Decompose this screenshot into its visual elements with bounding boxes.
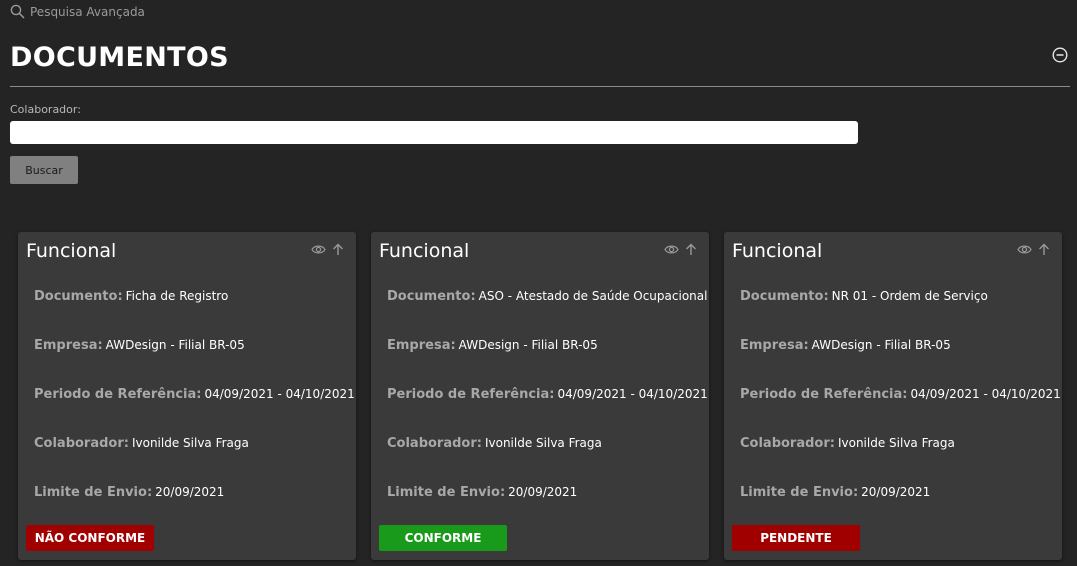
field-label: Colaborador: — [740, 436, 835, 451]
page-title: DOCUMENTOS — [10, 42, 229, 73]
card-field-empresa: Empresa: AWDesign - Filial BR-05 — [740, 338, 951, 353]
card-title: Funcional — [26, 240, 117, 262]
card-title: Funcional — [732, 240, 823, 262]
field-label: Documento: — [740, 289, 829, 304]
card-actions — [664, 243, 697, 256]
field-value: AWDesign - Filial BR-05 — [811, 338, 951, 352]
title-divider — [10, 86, 1070, 87]
field-value: 20/09/2021 — [508, 485, 578, 499]
advanced-search-link[interactable]: Pesquisa Avançada — [10, 4, 145, 19]
field-value: 04/09/2021 - 04/10/2021 — [557, 387, 708, 401]
card-field-limite: Limite de Envio: 20/09/2021 — [740, 485, 930, 500]
field-value: Ivonilde Silva Fraga — [484, 436, 602, 450]
card-field-empresa: Empresa: AWDesign - Filial BR-05 — [34, 338, 245, 353]
field-label: Documento: — [34, 289, 123, 304]
card-field-documento: Documento: ASO - Atestado de Saúde Ocupac… — [387, 289, 707, 304]
card-title: Funcional — [379, 240, 470, 262]
card-field-colaborador: Colaborador: Ivonilde Silva Fraga — [387, 436, 602, 451]
field-label: Empresa: — [34, 338, 103, 353]
field-value: AWDesign - Filial BR-05 — [105, 338, 245, 352]
card-field-colaborador: Colaborador: Ivonilde Silva Fraga — [34, 436, 249, 451]
card-actions — [311, 243, 344, 256]
field-value: 04/09/2021 - 04/10/2021 — [204, 387, 355, 401]
card-field-empresa: Empresa: AWDesign - Filial BR-05 — [387, 338, 598, 353]
arrow-up-icon[interactable] — [332, 243, 344, 256]
field-label: Limite de Envio: — [387, 485, 506, 500]
status-badge: PENDENTE — [732, 525, 860, 551]
search-icon — [10, 4, 25, 19]
card-field-periodo: Periodo de Referência: 04/09/2021 - 04/10… — [387, 387, 708, 402]
card-actions — [1017, 243, 1050, 256]
field-value: NR 01 - Ordem de Serviço — [831, 289, 988, 303]
field-label: Colaborador: — [387, 436, 482, 451]
arrow-up-icon[interactable] — [1038, 243, 1050, 256]
field-label: Periodo de Referência: — [34, 387, 202, 402]
field-value: Ficha de Registro — [125, 289, 229, 303]
card-field-documento: Documento: NR 01 - Ordem de Serviço — [740, 289, 988, 304]
minus-circle-icon[interactable] — [1052, 47, 1068, 63]
status-badge: NÃO CONFORME — [26, 525, 154, 551]
field-label: Periodo de Referência: — [740, 387, 908, 402]
advanced-search-label: Pesquisa Avançada — [30, 4, 145, 19]
colaborador-input[interactable] — [10, 121, 858, 144]
field-value: Ivonilde Silva Fraga — [837, 436, 955, 450]
eye-icon[interactable] — [1017, 244, 1032, 255]
field-value: ASO - Atestado de Saúde Ocupacional — [478, 289, 708, 303]
field-value: AWDesign - Filial BR-05 — [458, 338, 598, 352]
field-label: Documento: — [387, 289, 476, 304]
card-field-colaborador: Colaborador: Ivonilde Silva Fraga — [740, 436, 955, 451]
field-label: Limite de Envio: — [740, 485, 859, 500]
eye-icon[interactable] — [664, 244, 679, 255]
document-card: Funcional Documento: NR 01 - Ordem de Serv… — [724, 232, 1062, 560]
arrow-up-icon[interactable] — [685, 243, 697, 256]
document-card: Funcional Documento: ASO - Atestado de Saú… — [371, 232, 709, 560]
field-label: Periodo de Referência: — [387, 387, 555, 402]
colaborador-label: Colaborador: — [10, 103, 81, 116]
card-field-limite: Limite de Envio: 20/09/2021 — [387, 485, 577, 500]
field-label: Empresa: — [387, 338, 456, 353]
status-badge: CONFORME — [379, 525, 507, 551]
field-value: 04/09/2021 - 04/10/2021 — [910, 387, 1061, 401]
field-label: Colaborador: — [34, 436, 129, 451]
card-field-documento: Documento: Ficha de Registro — [34, 289, 228, 304]
card-field-limite: Limite de Envio: 20/09/2021 — [34, 485, 224, 500]
field-label: Empresa: — [740, 338, 809, 353]
field-value: 20/09/2021 — [155, 485, 225, 499]
card-field-periodo: Periodo de Referência: 04/09/2021 - 04/10… — [740, 387, 1061, 402]
card-field-periodo: Periodo de Referência: 04/09/2021 - 04/10… — [34, 387, 355, 402]
document-card: Funcional Documento: Ficha de Registro Empr… — [18, 232, 356, 560]
eye-icon[interactable] — [311, 244, 326, 255]
field-label: Limite de Envio: — [34, 485, 153, 500]
search-button[interactable]: Buscar — [10, 156, 78, 184]
field-value: 20/09/2021 — [861, 485, 931, 499]
field-value: Ivonilde Silva Fraga — [131, 436, 249, 450]
